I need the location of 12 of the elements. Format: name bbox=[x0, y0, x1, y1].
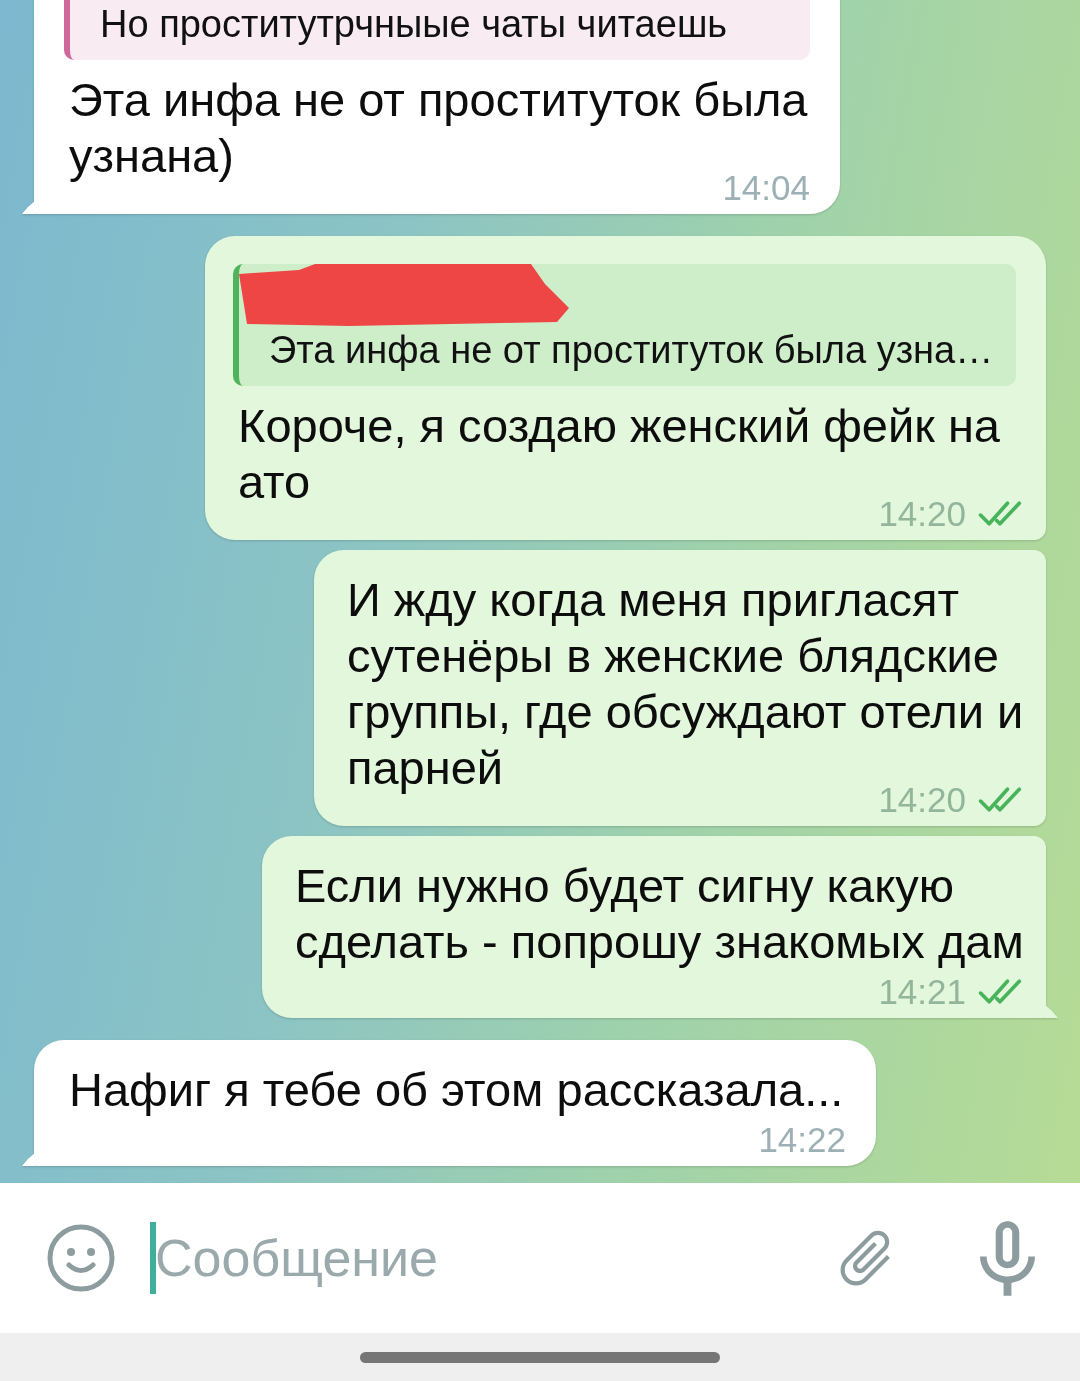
reply-quote[interactable]: Но проститутрчныые чаты читаешь bbox=[64, 0, 810, 60]
message-time: 14:22 bbox=[758, 1122, 846, 1158]
home-indicator[interactable] bbox=[360, 1351, 720, 1363]
smiley-icon[interactable] bbox=[47, 1224, 115, 1292]
message-text: Нафиг я тебе об этом рассказала... bbox=[69, 1063, 844, 1116]
microphone-icon[interactable] bbox=[980, 1220, 1035, 1296]
message-time: 14:21 bbox=[878, 974, 966, 1010]
quoted-text: Но проститутрчныые чаты читаешь bbox=[100, 2, 728, 47]
message-text: Если нужно будет сигну какую сделать - попрошу знакомых дам bbox=[295, 859, 1024, 968]
quoted-text: Эта инфа не от проституток была узна… bbox=[269, 328, 994, 373]
reply-quote[interactable]: Эта инфа не от проституток была узна… bbox=[233, 264, 1016, 386]
message-input[interactable]: Сообщение bbox=[155, 1223, 835, 1293]
